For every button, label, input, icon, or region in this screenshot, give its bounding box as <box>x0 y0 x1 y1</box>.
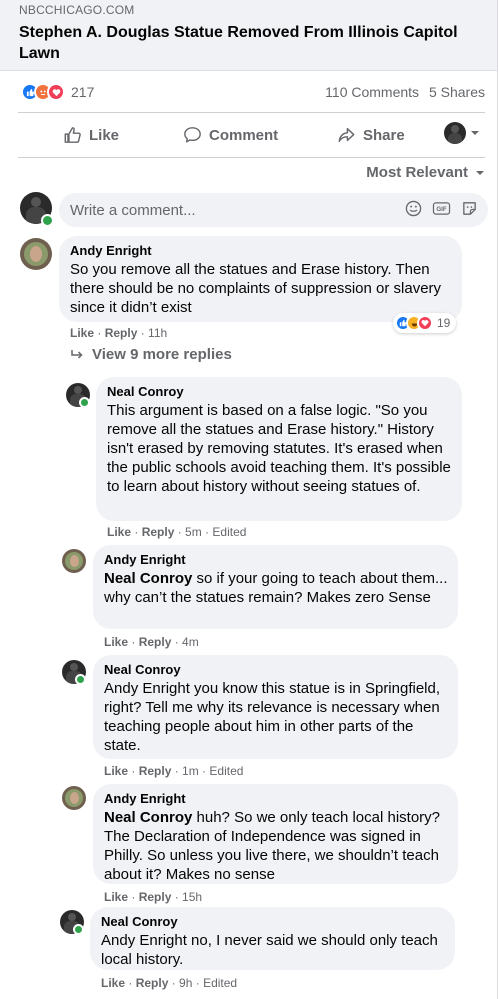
comment-text: Andy Enright no, I never said we should … <box>101 932 438 968</box>
link-domain: NBCCHICAGO.COM <box>19 3 135 17</box>
view-more-replies[interactable]: View 9 more replies <box>70 346 232 363</box>
comment-text: Neal Conroy huh? So we only teach local … <box>104 808 452 884</box>
edited-label[interactable]: Edited <box>212 525 246 539</box>
post-as-selector[interactable] <box>444 122 480 144</box>
edited-label[interactable]: Edited <box>209 764 243 778</box>
reply-link[interactable]: Reply <box>139 635 172 649</box>
comment-bubble: Andy Enright Neal Conroy huh? So we only… <box>93 784 458 884</box>
like-link[interactable]: Like <box>70 326 94 340</box>
timestamp[interactable]: 9h <box>179 976 192 990</box>
commenter-avatar[interactable] <box>20 238 52 270</box>
comment-author[interactable]: Andy Enright <box>104 791 186 806</box>
reply-link[interactable]: Reply <box>139 764 172 778</box>
comment-meta: Like · Reply · 11h <box>70 326 168 340</box>
comment-author[interactable]: Neal Conroy <box>104 662 181 677</box>
link-preview[interactable]: NBCCHICAGO.COM Stephen A. Douglas Statue… <box>0 0 497 71</box>
comment-sort-dropdown[interactable]: Most Relevant <box>366 164 485 181</box>
reply-link[interactable]: Reply <box>139 890 172 904</box>
svg-text:GIF: GIF <box>436 206 446 213</box>
divider <box>18 157 485 158</box>
emoji-icon[interactable] <box>405 200 422 222</box>
like-link[interactable]: Like <box>104 635 128 649</box>
reply-link[interactable]: Reply <box>136 976 169 990</box>
comment-bubble: Andy Enright Neal Conroy so if your goin… <box>93 545 458 629</box>
share-icon <box>338 127 355 143</box>
comment-meta: Like · Reply · 15h <box>104 890 203 904</box>
love-reaction-icon <box>417 315 433 331</box>
edited-label[interactable]: Edited <box>203 976 237 990</box>
reply-arrow-icon <box>71 349 83 359</box>
link-headline[interactable]: Stephen A. Douglas Statue Removed From I… <box>19 22 479 64</box>
commenter-avatar[interactable] <box>62 549 86 573</box>
comment-meta: Like · Reply · 1m · Edited <box>104 764 244 778</box>
like-label: Like <box>89 126 120 144</box>
reaction-count: 217 <box>71 84 95 100</box>
comment-bubble: Neal Conroy Andy Enright you know this s… <box>93 655 458 759</box>
online-indicator <box>73 924 84 935</box>
share-button[interactable]: Share <box>337 126 405 144</box>
comment-count-link[interactable]: 110 Comments <box>325 84 419 100</box>
timestamp[interactable]: 4m <box>182 635 199 649</box>
comment-bubble: Andy Enright So you remove all the statu… <box>59 236 462 322</box>
post-card: NBCCHICAGO.COM Stephen A. Douglas Statue… <box>0 0 498 999</box>
reply-link[interactable]: Reply <box>142 525 175 539</box>
comment-meta: Like · Reply · 9h · Edited <box>101 976 238 990</box>
comment-button[interactable]: Comment <box>183 126 278 144</box>
comment-author[interactable]: Neal Conroy <box>107 384 184 399</box>
write-comment-input[interactable]: Write a comment... GIF <box>59 193 488 227</box>
share-count-link[interactable]: 5 Shares <box>429 84 485 100</box>
write-comment-placeholder: Write a comment... <box>70 202 196 219</box>
comment-icon <box>184 127 201 143</box>
love-reaction-icon <box>47 83 65 101</box>
timestamp[interactable]: 15h <box>182 890 202 904</box>
thumbs-up-icon <box>64 127 81 143</box>
view-more-label: View 9 more replies <box>92 346 232 363</box>
comment-author[interactable]: Andy Enright <box>104 552 186 567</box>
reply-link[interactable]: Reply <box>105 326 138 340</box>
comment-meta: Like · Reply · 5m · Edited <box>107 525 247 539</box>
mention-link[interactable]: Neal Conroy <box>104 809 192 826</box>
timestamp[interactable]: 1m <box>182 764 199 778</box>
reaction-summary[interactable]: 217 <box>21 82 94 102</box>
chevron-down-icon <box>471 131 479 135</box>
timestamp[interactable]: 5m <box>185 525 202 539</box>
comment-author[interactable]: Andy Enright <box>70 243 152 258</box>
like-link[interactable]: Like <box>104 890 128 904</box>
comment-author[interactable]: Neal Conroy <box>101 914 178 929</box>
comment-text: Neal Conroy so if your going to teach ab… <box>104 569 452 607</box>
comment-text: This argument is based on a false logic.… <box>107 402 451 495</box>
like-link[interactable]: Like <box>107 525 131 539</box>
commenter-avatar[interactable] <box>62 786 86 810</box>
online-indicator <box>75 674 86 685</box>
comment-meta: Like · Reply · 4m <box>104 635 199 649</box>
sticker-icon[interactable] <box>461 200 478 222</box>
comment-bubble: Neal Conroy Andy Enright no, I never sai… <box>90 907 455 970</box>
like-link[interactable]: Like <box>101 976 125 990</box>
online-indicator <box>79 397 90 408</box>
gif-icon[interactable]: GIF <box>432 200 451 222</box>
like-button[interactable]: Like <box>63 126 119 144</box>
reaction-count: 19 <box>437 316 451 330</box>
comment-label: Comment <box>209 126 279 144</box>
mention-link[interactable]: Neal Conroy <box>104 570 192 587</box>
page-avatar <box>444 122 466 144</box>
post-stats: 110 Comments 5 Shares <box>319 84 485 100</box>
composer-icons: GIF <box>395 200 478 222</box>
timestamp[interactable]: 11h <box>148 326 167 340</box>
divider <box>18 112 485 113</box>
comment-bubble: Neal Conroy This argument is based on a … <box>96 377 462 521</box>
comment-text: Andy Enright you know this statue is in … <box>104 680 441 754</box>
comment-text: So you remove all the statues and Erase … <box>70 261 442 316</box>
chevron-down-icon <box>476 170 484 175</box>
online-indicator <box>41 214 54 227</box>
share-label: Share <box>363 126 405 144</box>
action-bar: Like Comment Share <box>18 118 485 152</box>
sort-label: Most Relevant <box>366 164 468 181</box>
comment-reactions[interactable]: 19 <box>393 313 457 333</box>
like-link[interactable]: Like <box>104 764 128 778</box>
